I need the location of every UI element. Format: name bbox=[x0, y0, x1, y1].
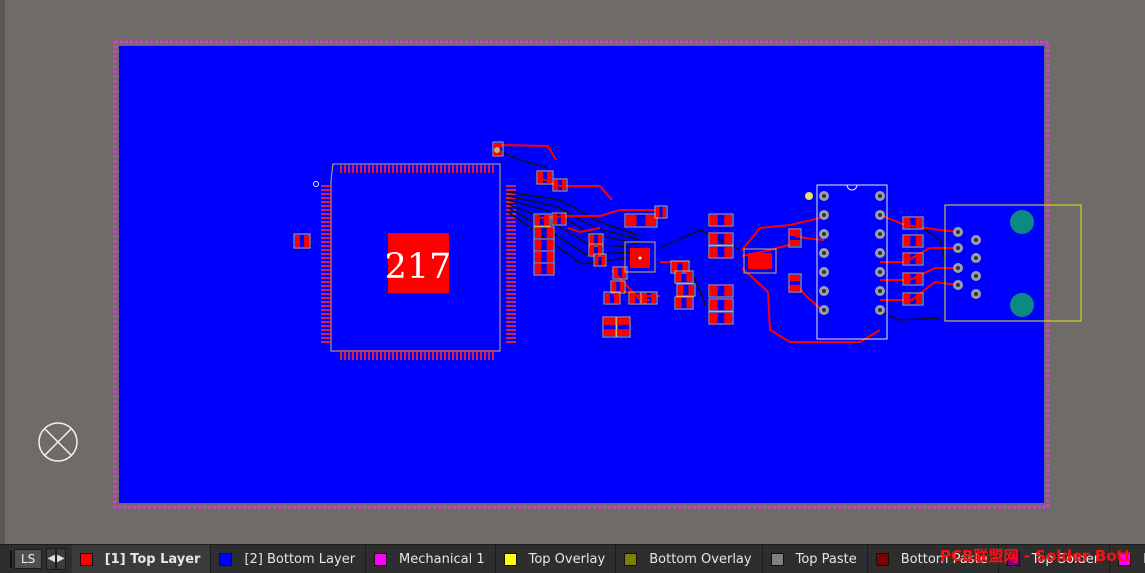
via bbox=[494, 147, 500, 153]
prev-layer-icon[interactable]: ◀ bbox=[46, 548, 57, 570]
layer-color-swatch bbox=[770, 552, 784, 566]
layer-color-swatch bbox=[374, 552, 388, 566]
next-layer-icon[interactable]: ▶ bbox=[56, 548, 66, 570]
layer-tab-1-top-layer[interactable]: [1] Top Layer bbox=[71, 545, 212, 573]
layer-tab-label: Top Overlay bbox=[528, 551, 606, 567]
layer-set-button[interactable]: LS bbox=[14, 549, 43, 569]
layer-tab-2-bottom-layer[interactable]: [2] Bottom Layer bbox=[211, 545, 367, 573]
pcb-workspace[interactable]: 217 bbox=[0, 0, 1145, 544]
layer-color-swatch bbox=[79, 552, 93, 566]
layer-color-swatch bbox=[875, 552, 889, 566]
layer-tab-top-paste[interactable]: Top Paste bbox=[763, 545, 868, 573]
layer-tab-top-overlay[interactable]: Top Overlay bbox=[496, 545, 617, 573]
layer-tab-label: [2] Bottom Layer bbox=[244, 551, 356, 567]
layer-tab-bottom-overlay[interactable]: Bottom Overlay bbox=[616, 545, 763, 573]
layer-tab-label: [1] Top Layer bbox=[104, 551, 201, 567]
pcb-canvas[interactable]: 217 bbox=[0, 0, 1145, 544]
layer-tab-mechanical-1[interactable]: Mechanical 1 bbox=[366, 545, 496, 573]
origin-marker-icon bbox=[38, 422, 78, 462]
layer-tab-label: Mechanical 1 bbox=[399, 551, 485, 567]
watermark: PCB联盟网 - Solder Bott bbox=[940, 547, 1131, 565]
layer-color-swatch bbox=[624, 552, 638, 566]
component-label: 217 bbox=[385, 247, 452, 287]
layer-tab-label: Top Paste bbox=[795, 551, 857, 567]
layer-tab-label: Bottom Overlay bbox=[649, 551, 752, 567]
current-layer-color-swatch[interactable] bbox=[10, 550, 12, 568]
layer-color-swatch bbox=[503, 552, 517, 566]
layer-color-swatch bbox=[219, 552, 233, 566]
